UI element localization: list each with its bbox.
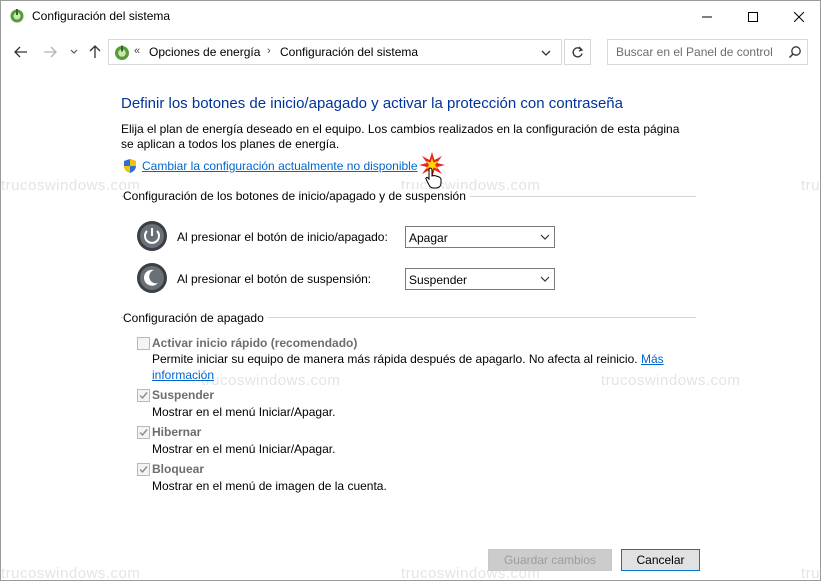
watermark: trucoswindows.com xyxy=(1,565,141,581)
lock-checkbox[interactable] xyxy=(137,463,150,476)
buttons-section-title: Configuración de los botones de inicio/a… xyxy=(123,189,470,203)
sleep-checkbox[interactable] xyxy=(137,389,150,402)
watermark: trucoswindows.com xyxy=(801,177,821,194)
search-icon[interactable] xyxy=(788,45,802,59)
sleep-button-action-select[interactable]: Suspender xyxy=(405,268,555,290)
fast-startup-description: Permite iniciar su equipo de manera más … xyxy=(152,352,664,366)
watermark: trucoswindows.com xyxy=(801,565,821,581)
chevron-down-icon xyxy=(540,276,550,282)
uac-shield-icon xyxy=(124,159,136,173)
checkmark-icon xyxy=(139,466,148,474)
title-bar: Configuración del sistema xyxy=(1,1,820,32)
breadcrumb-system-settings[interactable]: Configuración del sistema xyxy=(280,45,418,59)
sleep-option-label: Suspender xyxy=(152,388,215,402)
page-description: Elija el plan de energía deseado en el e… xyxy=(121,122,680,151)
power-button-action-select[interactable]: Apagar xyxy=(405,226,555,248)
refresh-button[interactable] xyxy=(564,39,591,65)
control-panel-window: Configuración del sistema « Opciones de … xyxy=(0,0,821,581)
forward-button[interactable] xyxy=(41,43,59,61)
lock-option-description: Mostrar en el menú de imagen de la cuent… xyxy=(152,479,387,493)
up-button[interactable] xyxy=(86,43,104,61)
hibernate-option-description: Mostrar en el menú Iniciar/Apagar. xyxy=(152,442,336,456)
maximize-icon xyxy=(748,11,758,22)
maximize-button[interactable] xyxy=(730,1,776,32)
chevron-down-icon xyxy=(70,49,78,54)
arrow-left-icon xyxy=(14,46,27,58)
more-info-link-continued[interactable]: información xyxy=(152,368,214,382)
chevron-down-icon xyxy=(540,234,550,240)
page-title: Definir los botones de inicio/apagado y … xyxy=(121,95,623,112)
watermark: trucoswindows.com xyxy=(1,177,141,194)
save-changes-button[interactable]: Guardar cambios xyxy=(488,549,612,571)
cancel-button[interactable]: Cancelar xyxy=(621,549,700,571)
fast-startup-checkbox[interactable] xyxy=(137,337,150,350)
breadcrumb-overflow[interactable]: « xyxy=(134,45,140,57)
recent-locations-button[interactable] xyxy=(65,43,83,61)
sleep-button-action-value: Suspender xyxy=(409,273,468,287)
refresh-icon xyxy=(572,46,584,57)
breadcrumb-power-options[interactable]: Opciones de energía xyxy=(149,45,260,59)
back-button[interactable] xyxy=(12,43,30,61)
fast-startup-label: Activar inicio rápido (recomendado) xyxy=(152,336,358,350)
shutdown-section-title: Configuración de apagado xyxy=(123,311,268,325)
change-settings-link[interactable]: Cambiar la configuración actualmente no … xyxy=(122,157,418,175)
power-button-icon xyxy=(137,221,167,251)
search-placeholder[interactable]: Buscar en el Panel de control xyxy=(616,45,773,59)
checkmark-icon xyxy=(139,392,148,400)
navigation-bar: « Opciones de energía › Configuración de… xyxy=(1,32,820,72)
change-settings-link-text[interactable]: Cambiar la configuración actualmente no … xyxy=(142,159,418,173)
hibernate-option-label: Hibernar xyxy=(152,425,202,439)
power-button-action-value: Apagar xyxy=(409,231,448,245)
hand-cursor-icon xyxy=(425,167,442,189)
arrow-right-icon xyxy=(44,46,57,58)
sleep-option-description: Mostrar en el menú Iniciar/Apagar. xyxy=(152,405,336,419)
arrow-up-icon xyxy=(89,45,101,58)
address-bar[interactable]: « Opciones de energía › Configuración de… xyxy=(108,39,562,65)
breadcrumb-separator[interactable]: › xyxy=(267,45,271,57)
close-button[interactable] xyxy=(776,1,820,32)
more-info-link[interactable]: Más xyxy=(641,352,664,366)
lock-option-label: Bloquear xyxy=(152,462,205,476)
power-options-icon xyxy=(10,9,24,23)
checkmark-icon xyxy=(139,429,148,437)
watermark: trucoswindows.com xyxy=(601,372,741,389)
search-box[interactable]: Buscar en el Panel de control xyxy=(607,39,808,65)
hibernate-checkbox[interactable] xyxy=(137,426,150,439)
window-title: Configuración del sistema xyxy=(32,9,171,23)
sleep-button-icon xyxy=(137,263,167,293)
minimize-button[interactable] xyxy=(684,1,730,32)
sleep-button-label: Al presionar el botón de suspensión: xyxy=(177,272,372,286)
power-button-label: Al presionar el botón de inicio/apagado: xyxy=(177,230,388,244)
address-dropdown-icon[interactable] xyxy=(539,46,553,60)
fast-startup-description-text: Permite iniciar su equipo de manera más … xyxy=(152,352,638,366)
minimize-icon xyxy=(702,16,712,17)
close-icon xyxy=(794,11,804,22)
control-panel-icon xyxy=(115,45,129,60)
watermark: trucoswindows.com xyxy=(201,372,341,389)
